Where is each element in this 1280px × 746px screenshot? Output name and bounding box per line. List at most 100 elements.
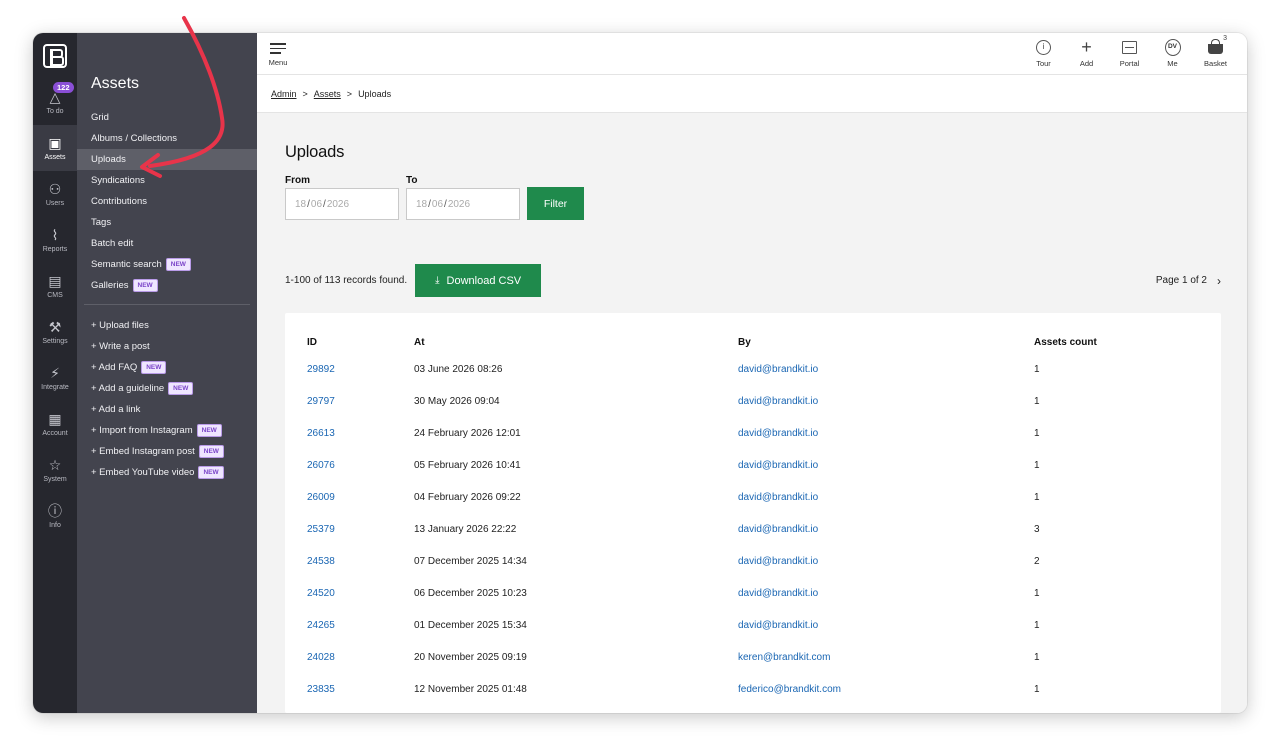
subnav-item-embed-youtube-video[interactable]: + Embed YouTube video NEW — [77, 462, 257, 483]
subnav-item-batch-edit[interactable]: Batch edit — [77, 233, 257, 254]
uploader-email-link[interactable]: david@brandkit.io — [738, 577, 1034, 609]
upload-date: 12 November 2025 01:48 — [414, 683, 527, 695]
new-badge: NEW — [168, 382, 194, 395]
upload-date: 06 December 2025 10:23 — [414, 587, 527, 599]
uploader-email-link[interactable]: david@brandkit.io — [738, 513, 1034, 545]
breadcrumb-admin[interactable]: Admin — [271, 89, 297, 99]
subnav-item-label: Galleries — [91, 280, 129, 291]
uploader-email-link[interactable]: david@brandkit.io — [738, 609, 1034, 641]
subnav-item-label: + Upload files — [91, 320, 149, 331]
uploader-email-link[interactable]: david@brandkit.io — [738, 449, 1034, 481]
subnav-item-add-faq[interactable]: + Add FAQ NEW — [77, 357, 257, 378]
from-date-input[interactable]: 18/06/2026 — [285, 188, 399, 220]
subnav-item-add-a-guideline[interactable]: + Add a guideline NEW — [77, 378, 257, 399]
subnav-item-add-a-link[interactable]: + Add a link — [77, 399, 257, 420]
rail-item-info[interactable]: ⓘ Info — [33, 493, 77, 539]
upload-id-link[interactable]: 29797 — [307, 385, 414, 417]
rail-item-cms[interactable]: ▤ CMS — [33, 263, 77, 309]
subnav-item-write-a-post[interactable]: + Write a post — [77, 336, 257, 357]
rail-item-label: Assets — [44, 154, 66, 161]
to-date-input[interactable]: 18/06/2026 — [406, 188, 520, 220]
new-badge: NEW — [198, 466, 224, 479]
uploader-email-link[interactable]: david@brandkit.io — [738, 385, 1034, 417]
rail-item-assets[interactable]: ▣ Assets — [33, 125, 77, 171]
subnav-item-upload-files[interactable]: + Upload files — [77, 315, 257, 336]
subnav-item-label: + Embed YouTube video — [91, 467, 195, 478]
uploader-email-link[interactable]: david@brandkit.io — [738, 353, 1034, 385]
subnav-item-embed-instagram-post[interactable]: + Embed Instagram post NEW — [77, 441, 257, 462]
grid-icon: ▣ — [48, 135, 62, 151]
subnav-item-contributions[interactable]: Contributions — [77, 191, 257, 212]
upload-id-link[interactable]: 25379 — [307, 513, 414, 545]
assets-count: 1 — [1034, 587, 1040, 599]
rail-item-settings[interactable]: ⚒ Settings — [33, 309, 77, 355]
assets-count: 2 — [1034, 555, 1040, 567]
subnav-item-uploads[interactable]: Uploads — [77, 149, 257, 170]
upload-id-link[interactable]: 24520 — [307, 577, 414, 609]
download-csv-button[interactable]: ⤓ Download CSV — [415, 264, 542, 297]
menu-button[interactable]: Menu — [267, 40, 289, 67]
rail-item-users[interactable]: ⚇ Users — [33, 171, 77, 217]
subnav-item-albums-collections[interactable]: Albums / Collections — [77, 128, 257, 149]
rail-item-reports[interactable]: ⌇ Reports — [33, 217, 77, 263]
date-filter: From 18/06/2026 To 18/06/2026 Filter — [285, 175, 1221, 220]
upload-date: 07 December 2025 14:34 — [414, 555, 527, 567]
upload-id-link[interactable]: 24028 — [307, 641, 414, 673]
rail-item-label: Reports — [42, 246, 68, 253]
uploader-email-link[interactable]: david@brandkit.io — [738, 481, 1034, 513]
basket-button[interactable]: 3 Basket — [1194, 35, 1237, 69]
assets-count: 1 — [1034, 459, 1040, 471]
subnav-item-tags[interactable]: Tags — [77, 212, 257, 233]
basket-icon — [1208, 39, 1223, 55]
breadcrumb-assets[interactable]: Assets — [314, 89, 341, 99]
rail-item-account[interactable]: ▦ Account — [33, 401, 77, 447]
subnav-divider — [84, 304, 250, 305]
table-row: 29892 03 June 2026 08:26 david@brandkit.io… — [307, 353, 1199, 385]
add-button[interactable]: + Add — [1065, 38, 1108, 68]
upload-id-link[interactable]: 23835 — [307, 673, 414, 705]
new-badge: NEW — [132, 279, 158, 292]
table-row: 29797 30 May 2026 09:04 david@brandkit.io 1 — [307, 385, 1199, 417]
upload-date: 13 January 2026 22:22 — [414, 523, 517, 535]
rail-item-to-do[interactable]: 122 △ To do — [33, 79, 77, 125]
uploader-email-link[interactable]: david@brandkit.io — [738, 417, 1034, 449]
star-icon: ☆ — [48, 457, 62, 473]
next-page-icon[interactable]: › — [1217, 274, 1221, 288]
from-day: 18 — [295, 198, 307, 210]
subnav-item-label: Grid — [91, 112, 109, 123]
subnav-item-import-from-instagram[interactable]: + Import from Instagram NEW — [77, 420, 257, 441]
upload-id-link[interactable]: 29892 — [307, 353, 414, 385]
pulse-icon: ⌇ — [51, 227, 59, 243]
brandkit-logo[interactable] — [33, 33, 77, 79]
table-row: 26076 05 February 2026 10:41 david@brandki… — [307, 449, 1199, 481]
users-icon: ⚇ — [48, 181, 62, 197]
rail-item-system[interactable]: ☆ System — [33, 447, 77, 493]
from-year: 2026 — [326, 198, 350, 210]
uploader-email-link[interactable]: federico@brandkit.com — [738, 673, 1034, 705]
to-month: 06 — [431, 198, 444, 210]
subnav-item-galleries[interactable]: Galleries NEW — [77, 275, 257, 296]
upload-id-link[interactable]: 24265 — [307, 609, 414, 641]
from-month: 06 — [310, 198, 323, 210]
rail-item-integrate[interactable]: ⚡ Integrate — [33, 355, 77, 401]
basket-label: Basket — [1204, 59, 1227, 69]
menu-label: Menu — [268, 58, 288, 68]
upload-id-link[interactable]: 26613 — [307, 417, 414, 449]
subnav-item-grid[interactable]: Grid — [77, 107, 257, 128]
upload-id-link[interactable]: 26009 — [307, 481, 414, 513]
column-header: Assets count — [1034, 336, 1097, 348]
wrench-icon: ⚒ — [48, 319, 62, 335]
upload-id-link[interactable]: 24538 — [307, 545, 414, 577]
subnav-item-semantic-search[interactable]: Semantic search NEW — [77, 254, 257, 275]
portal-button[interactable]: Portal — [1108, 39, 1151, 68]
subnav-title: Assets — [91, 75, 140, 92]
uploader-email-link[interactable]: david@brandkit.io — [738, 545, 1034, 577]
upload-id-link[interactable]: 26076 — [307, 449, 414, 481]
me-button[interactable]: DV Me — [1151, 38, 1194, 68]
table-row: 24520 06 December 2025 10:23 david@brandki… — [307, 577, 1199, 609]
filter-button[interactable]: Filter — [527, 187, 584, 220]
subnav-item-label: Contributions — [91, 196, 147, 207]
uploader-email-link[interactable]: keren@brandkit.com — [738, 641, 1034, 673]
tour-button[interactable]: i Tour — [1022, 39, 1065, 68]
subnav-item-syndications[interactable]: Syndications — [77, 170, 257, 191]
